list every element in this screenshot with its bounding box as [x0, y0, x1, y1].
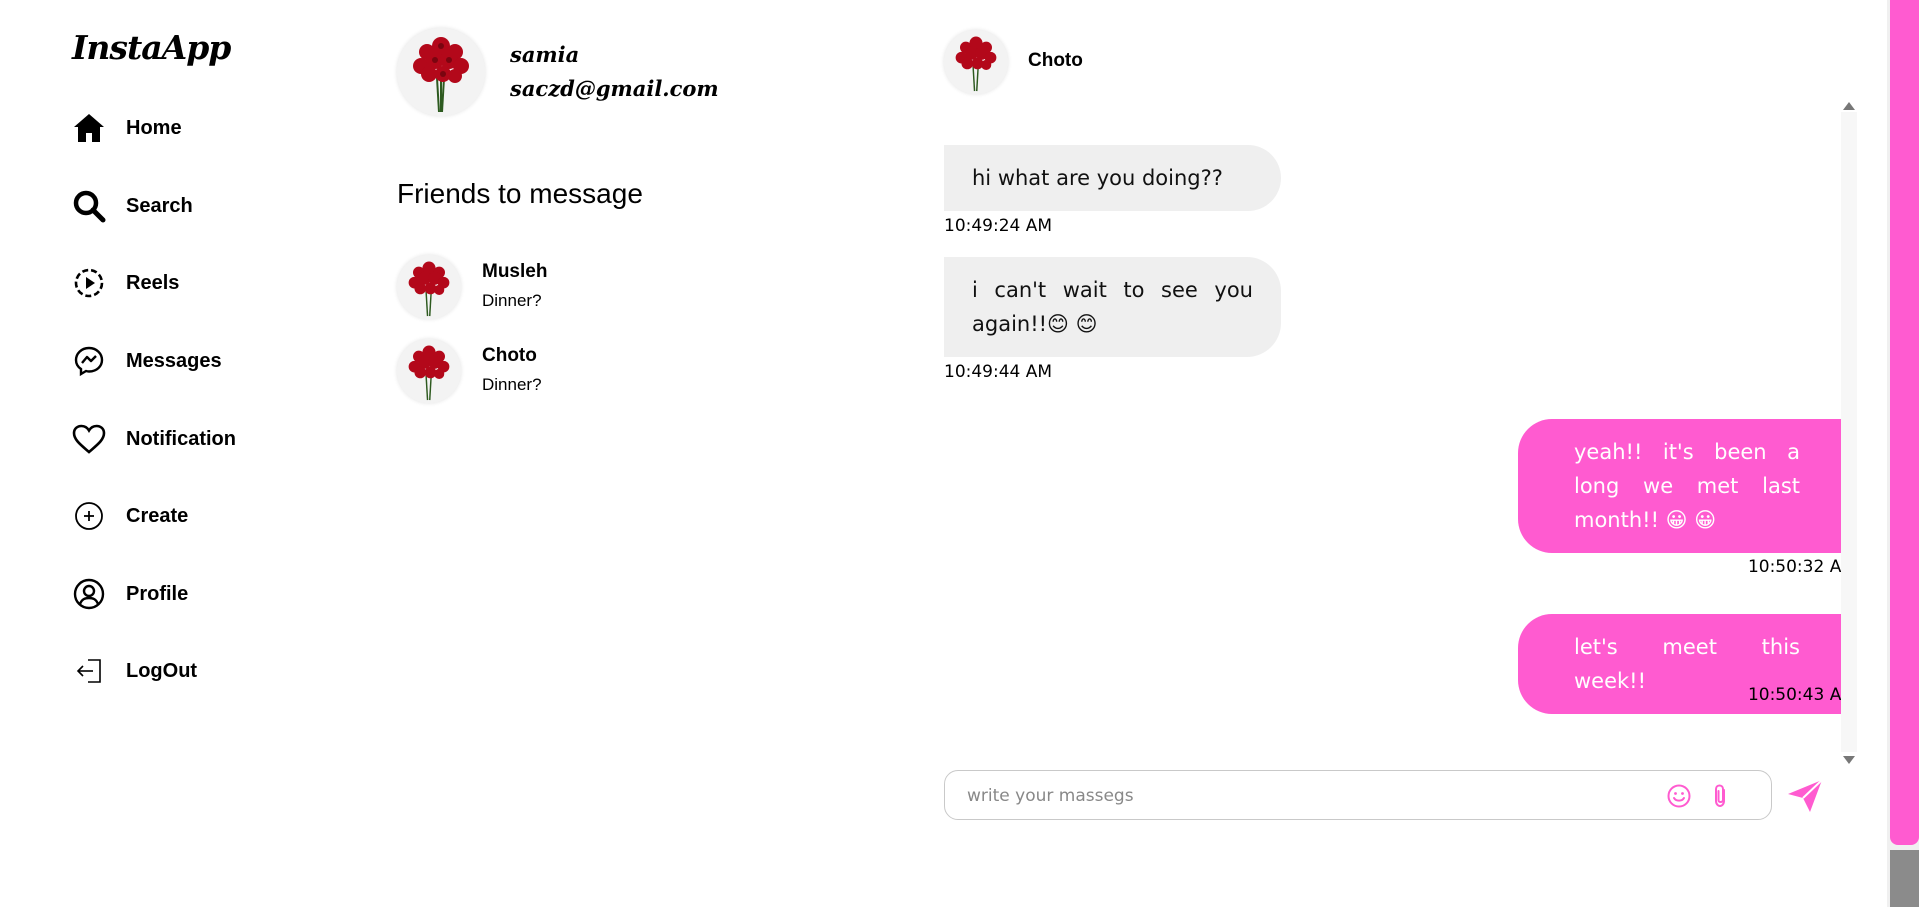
nav-logout[interactable]: LogOut — [72, 651, 197, 691]
friend-item-musleh[interactable]: Musleh Dinner? — [397, 255, 797, 321]
message-list[interactable]: hi what are you doing?? 10:49:24 AM i ca… — [944, 100, 1858, 760]
nav-create-label: Create — [126, 504, 189, 527]
message-timestamp: 10:49:44 AM — [944, 362, 1053, 382]
scroll-down-arrow-icon[interactable] — [1843, 756, 1855, 764]
send-button[interactable] — [1786, 778, 1824, 814]
my-email: saczd@gmail.com — [510, 76, 719, 101]
nav-messages-label: Messages — [126, 349, 222, 372]
scroll-up-arrow-icon[interactable] — [1843, 102, 1855, 110]
paperclip-icon — [1715, 784, 1725, 808]
sidebar: InstaApp Home Search Reels Messages Noti… — [0, 0, 330, 907]
message-bubble-incoming: i can't wait to see you again!!😊 😊 — [944, 257, 1281, 357]
nav-home-label: Home — [126, 116, 182, 139]
nav-create[interactable]: Create — [72, 496, 188, 536]
rose-bouquet-image — [397, 28, 485, 116]
message-input-box — [944, 770, 1772, 821]
friend-name: Choto — [482, 345, 537, 366]
send-icon — [1788, 779, 1823, 812]
window-scrollbar-thumb[interactable] — [1890, 0, 1919, 845]
nav-search[interactable]: Search — [72, 186, 193, 226]
search-icon — [72, 189, 106, 223]
friend-item-choto[interactable]: Choto Dinner? — [397, 339, 797, 405]
emoji-icon — [1667, 784, 1691, 808]
friend-avatar — [397, 339, 461, 403]
friend-last-message: Dinner? — [482, 291, 542, 310]
rose-bouquet-image — [397, 255, 461, 319]
window-scrollbar-bottom — [1890, 850, 1919, 907]
message-timestamp: 10:50:32 AM — [1747, 557, 1856, 577]
message-bubble-incoming: hi what are you doing?? — [944, 145, 1281, 211]
plus-circle-icon — [72, 499, 106, 533]
nav-notification[interactable]: Notification — [72, 419, 236, 459]
nav-home[interactable]: Home — [72, 108, 182, 148]
nav-profile-label: Profile — [126, 582, 189, 605]
home-icon — [72, 111, 106, 145]
emoji-button[interactable] — [1666, 783, 1692, 809]
user-circle-icon — [72, 577, 106, 611]
attach-button[interactable] — [1709, 783, 1731, 809]
rose-bouquet-image — [397, 339, 461, 403]
heart-icon — [72, 422, 106, 456]
messenger-icon — [72, 344, 106, 378]
message-scrollbar[interactable] — [1841, 112, 1857, 752]
logout-icon — [72, 654, 106, 688]
nav-profile[interactable]: Profile — [72, 574, 188, 614]
my-name: samia — [510, 42, 580, 67]
friend-name: Musleh — [482, 261, 548, 282]
friends-section-title: Friends to message — [397, 178, 643, 209]
message-timestamp: 10:50:43 AM — [1747, 685, 1856, 705]
friend-avatar — [397, 255, 461, 319]
nav-reels-label: Reels — [126, 271, 180, 294]
chat-contact-name: Choto — [1028, 50, 1083, 71]
nav-logout-label: LogOut — [126, 659, 198, 682]
rose-bouquet-image — [944, 30, 1008, 94]
friend-last-message: Dinner? — [482, 375, 542, 394]
app-logo[interactable]: InstaApp — [72, 28, 231, 67]
message-input[interactable] — [965, 771, 1669, 821]
chat-avatar[interactable] — [944, 30, 1008, 94]
message-timestamp: 10:49:24 AM — [944, 216, 1053, 236]
message-bubble-outgoing: yeah!! it's been a long we met last mont… — [1518, 419, 1856, 553]
my-avatar[interactable] — [397, 28, 485, 116]
nav-reels[interactable]: Reels — [72, 263, 179, 303]
reels-icon — [72, 266, 106, 300]
nav-search-label: Search — [126, 194, 193, 217]
nav-messages[interactable]: Messages — [72, 341, 222, 381]
nav-notification-label: Notification — [126, 427, 236, 450]
